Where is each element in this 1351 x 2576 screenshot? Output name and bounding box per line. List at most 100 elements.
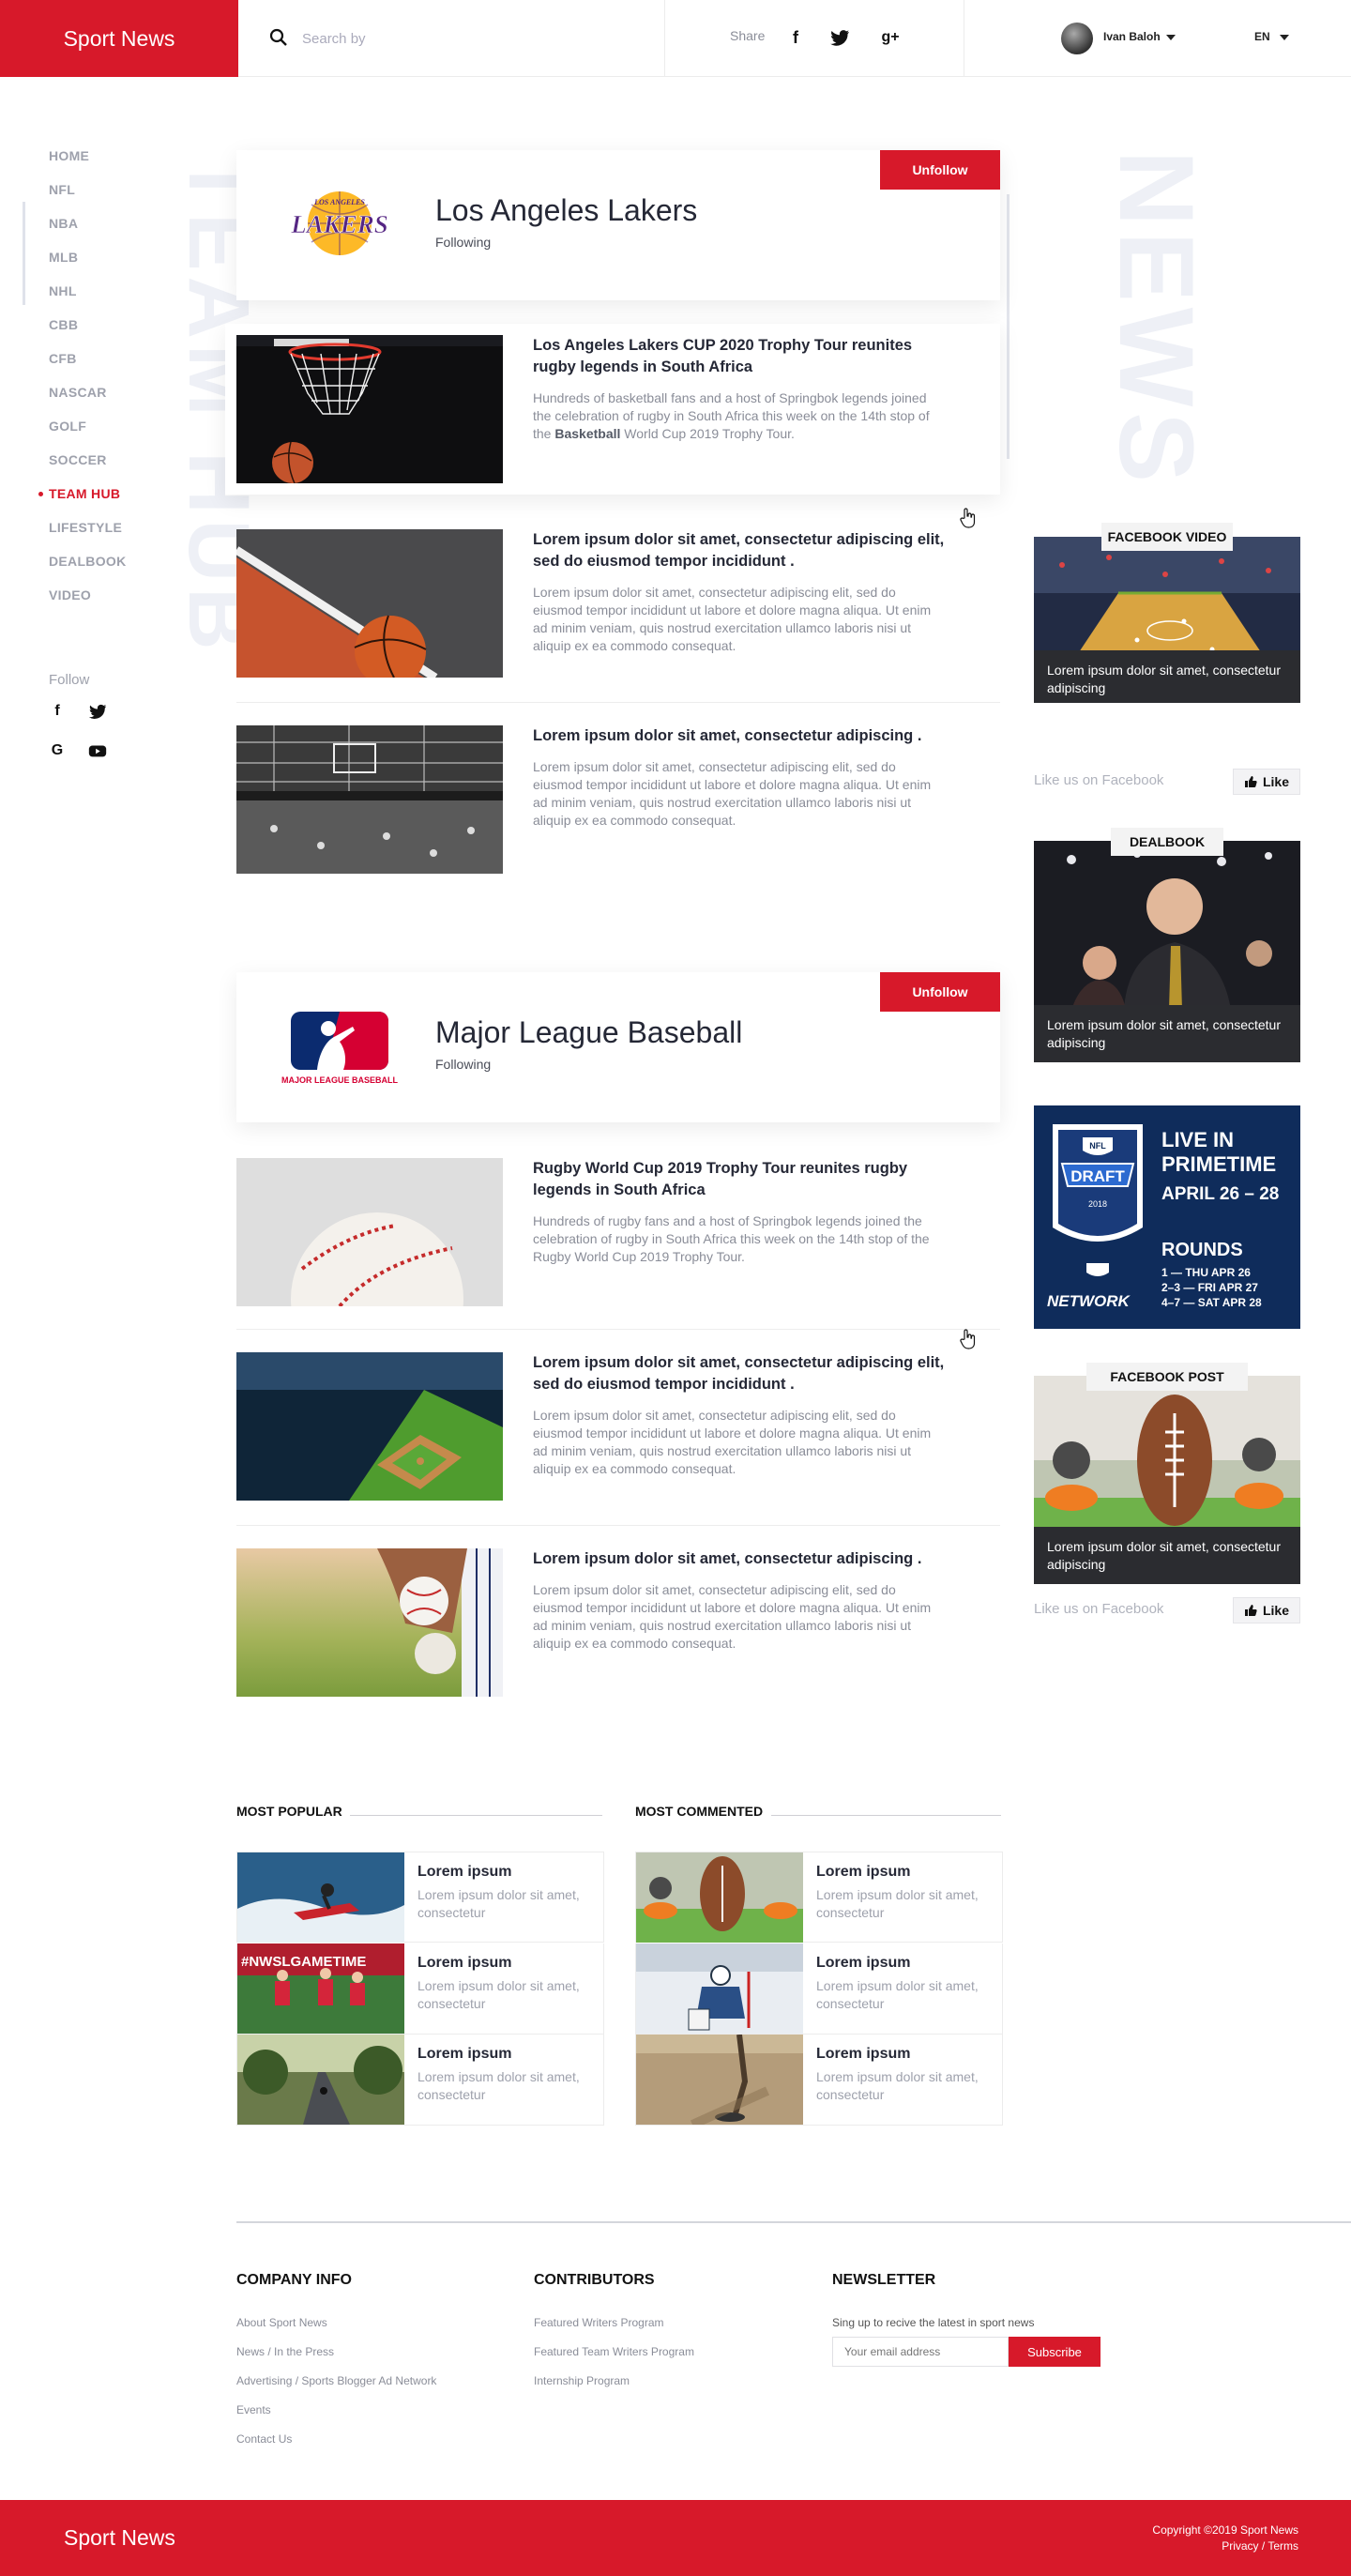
article-card[interactable]: Lorem ipsum dolor sit amet, consectetur … — [236, 1537, 1000, 1706]
sidebar-item-nascar[interactable]: NASCAR — [49, 385, 107, 400]
widget-label: DEALBOOK — [1111, 828, 1223, 856]
language-label: EN — [1254, 30, 1270, 43]
commented-item-title[interactable]: Lorem ipsum — [816, 2046, 910, 2063]
user-menu[interactable]: Ivan Baloh — [1103, 30, 1176, 43]
search-input[interactable] — [302, 25, 640, 52]
like-button[interactable]: Like — [1233, 1597, 1300, 1623]
commented-item[interactable]: Lorem ipsum Lorem ipsum dolor sit amet, … — [635, 1852, 1003, 1943]
footer-brand[interactable]: Sport News — [64, 2525, 175, 2551]
article-image[interactable] — [236, 725, 503, 874]
footer-link-press[interactable]: News / In the Press — [236, 2345, 334, 2358]
language-select[interactable]: EN — [1254, 30, 1289, 43]
footer-link-about[interactable]: About Sport News — [236, 2316, 327, 2329]
like-us-facebook[interactable]: Like us on Facebook — [1034, 772, 1163, 788]
commented-item-title[interactable]: Lorem ipsum — [816, 1864, 910, 1881]
article-title[interactable]: Lorem ipsum dolor sit amet, consectetur … — [533, 725, 946, 747]
article-card[interactable]: Lorem ipsum dolor sit amet, consectetur … — [236, 518, 1000, 687]
scrollbar[interactable] — [1007, 194, 1009, 459]
brand-logo[interactable]: Sport News — [0, 0, 238, 77]
subscribe-button[interactable]: Subscribe — [1009, 2337, 1101, 2367]
youtube-icon[interactable] — [87, 740, 108, 761]
article-image[interactable] — [236, 1158, 503, 1306]
twitter-icon[interactable] — [87, 701, 108, 722]
article-image[interactable] — [236, 1548, 503, 1697]
footer-link-writers[interactable]: Featured Writers Program — [534, 2316, 664, 2329]
commented-item-title[interactable]: Lorem ipsum — [816, 1955, 910, 1972]
facebook-icon[interactable]: f — [47, 701, 68, 722]
twitter-icon[interactable] — [828, 25, 851, 50]
sidebar-item-home[interactable]: HOME — [49, 148, 89, 163]
footer-link-contact[interactable]: Contact Us — [236, 2432, 292, 2446]
facebook-post-widget: FACEBOOK POST Lorem ipsum dolor sit amet… — [1034, 1363, 1300, 1635]
article-title[interactable]: Los Angeles Lakers CUP 2020 Trophy Tour … — [533, 335, 946, 378]
popular-item-image[interactable] — [237, 1852, 404, 1943]
article-card[interactable]: Lorem ipsum dolor sit amet, consectetur … — [236, 714, 1000, 883]
google-plus-icon[interactable]: g+ — [879, 25, 902, 50]
sidebar-item-dealbook[interactable]: DEALBOOK — [49, 554, 127, 569]
popular-item-image[interactable] — [237, 2035, 404, 2125]
commented-item[interactable]: Lorem ipsum Lorem ipsum dolor sit amet, … — [635, 2035, 1003, 2126]
popular-item[interactable]: Lorem ipsum Lorem ipsum dolor sit amet, … — [236, 1852, 604, 1943]
footer-link-team-writers[interactable]: Featured Team Writers Program — [534, 2345, 694, 2358]
team-name[interactable]: Major League Baseball — [435, 1015, 742, 1050]
sidebar-item-nba[interactable]: NBA — [49, 216, 78, 231]
sidebar-item-nhl[interactable]: NHL — [49, 283, 77, 298]
commented-item-image[interactable] — [636, 1852, 803, 1943]
popular-item-image[interactable]: #NWSLGAMETIME — [237, 1943, 404, 2034]
sidebar-item-mlb[interactable]: MLB — [49, 250, 78, 265]
like-button[interactable]: Like — [1233, 769, 1300, 795]
team-name[interactable]: Los Angeles Lakers — [435, 193, 697, 228]
commented-item[interactable]: Lorem ipsum Lorem ipsum dolor sit amet, … — [635, 1943, 1003, 2035]
article-title[interactable]: Lorem ipsum dolor sit amet, consectetur … — [533, 1548, 946, 1570]
legal-links[interactable]: Privacy / Terms — [1152, 2538, 1298, 2554]
article-title[interactable]: Lorem ipsum dolor sit amet, consectetur … — [533, 529, 946, 572]
article-title[interactable]: Rugby World Cup 2019 Trophy Tour reunite… — [533, 1158, 946, 1201]
sidebar-item-cfb[interactable]: CFB — [49, 351, 77, 366]
divider — [236, 1329, 1000, 1330]
popular-item-title[interactable]: Lorem ipsum — [417, 1955, 511, 1972]
footer-link-internship[interactable]: Internship Program — [534, 2374, 630, 2387]
watermark-news: NEWS — [1098, 150, 1215, 488]
sidebar-item-cbb[interactable]: CBB — [49, 317, 78, 332]
sidebar-item-video[interactable]: VIDEO — [49, 587, 91, 602]
article-card[interactable]: Rugby World Cup 2019 Trophy Tour reunite… — [236, 1147, 1000, 1316]
like-us-facebook[interactable]: Like us on Facebook — [1034, 1601, 1163, 1617]
svg-text:4–7 — SAT APR 28: 4–7 — SAT APR 28 — [1161, 1296, 1262, 1309]
commented-item-excerpt: Lorem ipsum dolor sit amet, consectetur — [816, 1978, 979, 2011]
search-icon[interactable] — [269, 28, 288, 47]
divider — [236, 1525, 1000, 1526]
footer-link-advertising[interactable]: Advertising / Sports Blogger Ad Network — [236, 2374, 436, 2387]
newsletter-description: Sing up to recive the latest in sport ne… — [832, 2316, 1035, 2329]
popular-item[interactable]: Lorem ipsum Lorem ipsum dolor sit amet, … — [236, 2035, 604, 2126]
popular-item-title[interactable]: Lorem ipsum — [417, 2046, 511, 2063]
sidebar-item-team-hub[interactable]: TEAM HUB — [49, 486, 120, 501]
article-card[interactable]: Lorem ipsum dolor sit amet, consectetur … — [236, 1341, 1000, 1510]
sidebar-item-golf[interactable]: GOLF — [49, 419, 86, 434]
article-image[interactable] — [236, 335, 503, 483]
article-image[interactable] — [236, 1352, 503, 1501]
nfl-draft-ad[interactable]: DRAFT NFL 2018 LIVE IN PRIMETIME APRIL 2… — [1034, 1105, 1300, 1329]
sidebar-item-lifestyle[interactable]: LIFESTYLE — [49, 520, 122, 535]
unfollow-button[interactable]: Unfollow — [880, 972, 1000, 1012]
sidebar-item-soccer[interactable]: SOCCER — [49, 452, 107, 467]
commented-item-image[interactable] — [636, 1943, 803, 2034]
avatar[interactable] — [1061, 23, 1093, 54]
article-image[interactable] — [236, 529, 503, 678]
facebook-icon[interactable]: f — [784, 25, 807, 50]
divider — [771, 1815, 1001, 1816]
article-excerpt: Lorem ipsum dolor sit amet, consectetur … — [533, 759, 932, 828]
widget-caption[interactable]: Lorem ipsum dolor sit amet, consectetur … — [1034, 1005, 1300, 1062]
popular-item[interactable]: #NWSLGAMETIME Lorem ipsum Lorem ipsum do… — [236, 1943, 604, 2035]
newsletter-email-input[interactable] — [832, 2337, 1009, 2367]
widget-caption[interactable]: Lorem ipsum dolor sit amet, consectetur … — [1034, 1527, 1300, 1584]
article-title[interactable]: Lorem ipsum dolor sit amet, consectetur … — [533, 1352, 946, 1395]
footer-link-events[interactable]: Events — [236, 2403, 271, 2416]
google-icon[interactable]: G — [47, 740, 68, 761]
unfollow-button[interactable]: Unfollow — [880, 150, 1000, 190]
commented-item-image[interactable] — [636, 2035, 803, 2125]
divider — [350, 1815, 602, 1816]
popular-item-title[interactable]: Lorem ipsum — [417, 1864, 511, 1881]
article-card[interactable]: Los Angeles Lakers CUP 2020 Trophy Tour … — [225, 324, 1000, 495]
sidebar-item-nfl[interactable]: NFL — [49, 182, 75, 197]
widget-caption[interactable]: Lorem ipsum dolor sit amet, consectetur … — [1034, 650, 1300, 703]
